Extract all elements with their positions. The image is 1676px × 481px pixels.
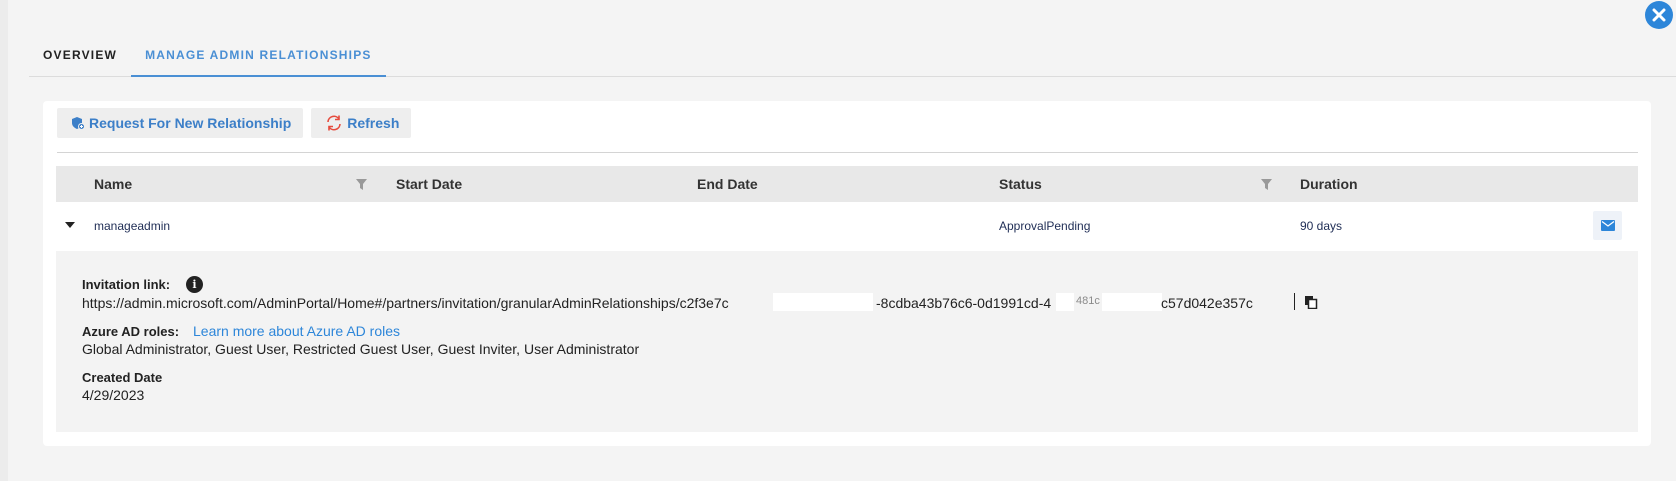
filter-icon-name[interactable] — [356, 179, 367, 190]
table-header: Name Start Date End Date Status Duration — [56, 166, 1638, 202]
invitation-link-mid: -8cdba43b76c6-0d1991cd-4 — [876, 295, 1052, 311]
row-name: manageadmin — [94, 219, 171, 233]
request-new-relationship-label: Request For New Relationship — [89, 115, 292, 131]
send-email-button[interactable] — [1593, 211, 1622, 240]
created-date-label: Created Date — [82, 370, 163, 385]
row-duration: 90 days — [1300, 219, 1343, 233]
shield-add-icon — [72, 117, 85, 130]
info-icon[interactable]: i — [186, 276, 203, 293]
column-header-duration[interactable]: Duration — [1300, 176, 1358, 192]
redaction-2 — [1056, 293, 1074, 311]
invitation-link-label: Invitation link: — [82, 277, 171, 292]
tab-overview[interactable]: OVERVIEW — [29, 38, 131, 77]
column-header-start-date[interactable]: Start Date — [396, 176, 462, 192]
relationships-table: Name Start Date End Date Status Duration… — [56, 166, 1638, 432]
relationships-panel: Request For New Relationship Refresh Nam… — [43, 101, 1651, 446]
redaction-1 — [773, 293, 873, 311]
invitation-link-end: c57d042e357c — [1161, 295, 1253, 311]
toolbar: Request For New Relationship Refresh — [57, 108, 412, 138]
refresh-button[interactable]: Refresh — [311, 108, 412, 138]
column-header-name[interactable]: Name — [94, 176, 132, 192]
manage-admin-modal: OVERVIEW MANAGE ADMIN RELATIONSHIPS Requ… — [8, 0, 1676, 481]
learn-more-azure-ad-roles-link[interactable]: Learn more about Azure AD roles — [193, 323, 400, 339]
close-button[interactable] — [1645, 1, 1673, 29]
close-icon — [1652, 8, 1666, 22]
tab-manage-admin-relationships[interactable]: MANAGE ADMIN RELATIONSHIPS — [131, 38, 386, 77]
refresh-label: Refresh — [347, 115, 400, 131]
copy-icon[interactable] — [1304, 295, 1318, 309]
redaction-3 — [1102, 293, 1162, 311]
toolbar-divider — [57, 152, 1638, 153]
tab-bar: OVERVIEW MANAGE ADMIN RELATIONSHIPS — [29, 38, 1676, 77]
expand-caret-icon[interactable] — [65, 222, 75, 228]
background-strip — [0, 0, 8, 481]
column-header-end-date[interactable]: End Date — [697, 176, 758, 192]
row-status: ApprovalPending — [999, 219, 1091, 233]
refresh-icon — [327, 115, 342, 131]
row-details: Invitation link: i https://admin.microso… — [56, 251, 1638, 432]
azure-ad-roles-value: Global Administrator, Guest User, Restri… — [82, 341, 640, 357]
invitation-link-value[interactable]: https://admin.microsoft.com/AdminPortal/… — [82, 295, 729, 311]
text-cursor — [1294, 293, 1295, 310]
created-date-value: 4/29/2023 — [82, 387, 145, 403]
azure-ad-roles-label: Azure AD roles: — [82, 324, 180, 339]
table-row[interactable]: manageadmin ApprovalPending 90 days — [56, 202, 1638, 251]
invitation-link-mid2: 481c — [1076, 295, 1100, 307]
mail-icon — [1600, 220, 1615, 231]
request-new-relationship-button[interactable]: Request For New Relationship — [57, 108, 304, 138]
filter-icon-status[interactable] — [1261, 179, 1272, 190]
column-header-status[interactable]: Status — [999, 176, 1042, 192]
